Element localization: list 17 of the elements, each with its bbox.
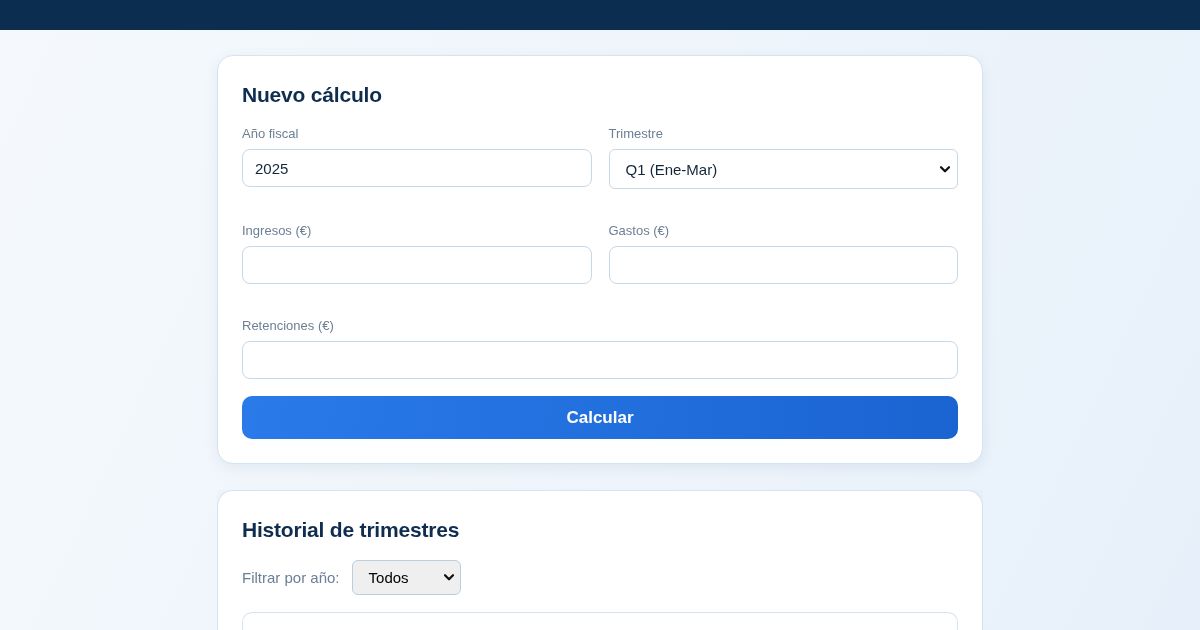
field-label: Retenciones (€): [242, 318, 335, 334]
input-field[interactable]: [242, 246, 592, 284]
input-field[interactable]: [242, 341, 958, 379]
select-dropdown[interactable]: Q1 (Ene-Mar): [608, 149, 958, 189]
card-title: Historial de trimestres: [242, 517, 461, 542]
chevron-down-icon: [940, 165, 950, 173]
field-label: Trimestre: [608, 126, 664, 142]
field-label: Ingresos (€): [242, 223, 313, 239]
chevron-down-icon: [443, 574, 454, 581]
field-label: Gastos (€): [608, 223, 671, 239]
calculate-button[interactable]: Calcular: [242, 396, 958, 439]
filter-label: Filtrar por año:: [242, 568, 340, 587]
year-select[interactable]: Todos: [351, 560, 461, 595]
field-label: Año fiscal: [242, 126, 300, 142]
input-field[interactable]: [608, 246, 958, 284]
card-title: Nuevo cálculo: [242, 82, 383, 107]
input-field[interactable]: 2025: [242, 149, 592, 187]
